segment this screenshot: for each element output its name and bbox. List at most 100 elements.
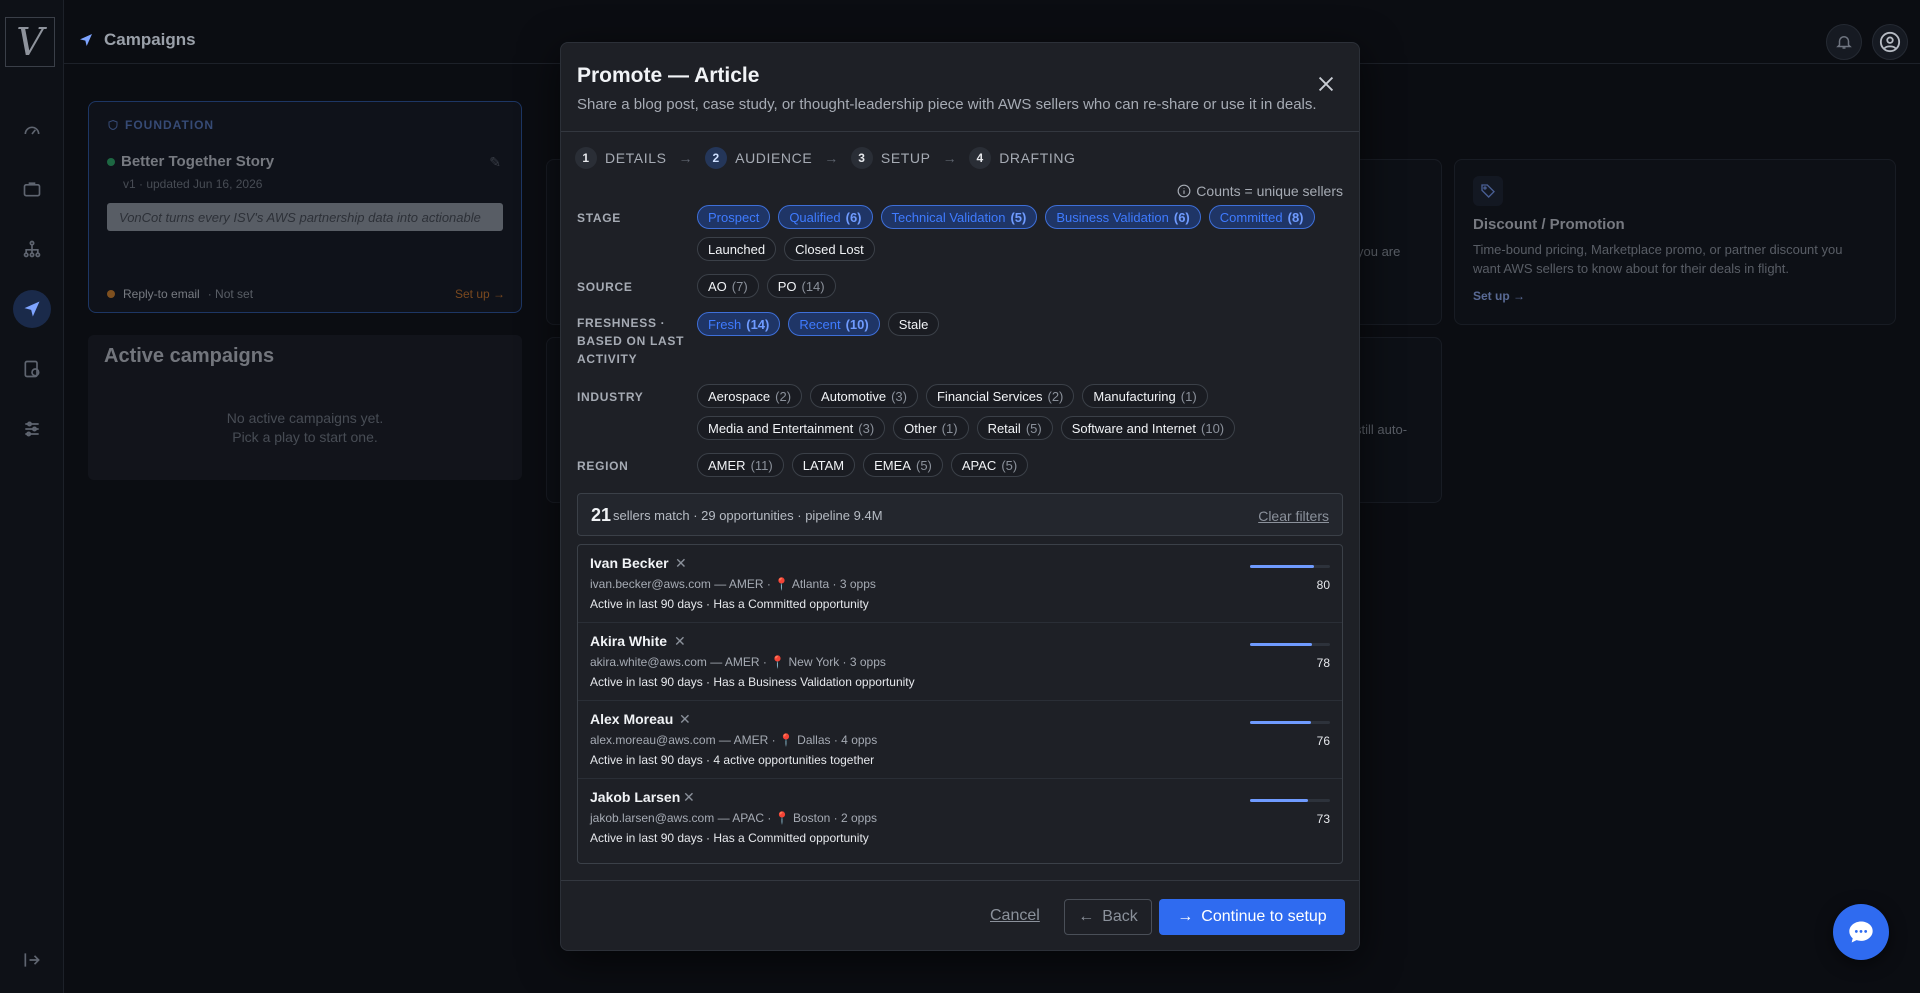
- freshness-label: FRESHNESS · BASED ON LAST ACTIVITY: [577, 316, 685, 366]
- chip-business-validation[interactable]: Business Validation (6): [1045, 205, 1201, 229]
- seller-row: Jakob Larsen ✕ jakob.larsen@aws.com — AP…: [578, 779, 1342, 857]
- chip-manufacturing[interactable]: Manufacturing (1): [1082, 384, 1208, 408]
- chip-committed[interactable]: Committed (8): [1208, 205, 1315, 229]
- remove-seller-icon[interactable]: ✕: [675, 555, 687, 572]
- arrow-right-icon: →: [824, 150, 839, 166]
- chip-qualified[interactable]: Qualified (6): [778, 205, 873, 229]
- chip-retail[interactable]: Retail (5): [976, 416, 1053, 440]
- active-campaigns-title: Active campaigns: [104, 345, 275, 367]
- app-logo[interactable]: V: [5, 17, 55, 67]
- region-chips: AMER (11) LATAM EMEA (5) APAC (5): [697, 453, 1029, 477]
- reply-to-status: Reply-to email · Not set: [107, 287, 253, 301]
- seller-tags: Active in last 90 days · Has a Committed…: [590, 597, 869, 611]
- close-icon[interactable]: [1315, 73, 1337, 95]
- chip-latam[interactable]: LATAM: [791, 453, 856, 477]
- remove-seller-icon[interactable]: ✕: [683, 789, 695, 806]
- discount-card-title: Discount / Promotion: [1473, 216, 1625, 233]
- continue-to-setup-button[interactable]: → Continue to setup: [1159, 899, 1345, 935]
- stage-chips: Prospect Qualified (6) Technical Validati…: [697, 205, 1347, 261]
- nav-dashboard-button[interactable]: [13, 110, 51, 148]
- nav-network-button[interactable]: [13, 230, 51, 268]
- stage-label: STAGE: [577, 211, 621, 225]
- chip-ao[interactable]: AO (7): [697, 274, 759, 298]
- seller-list[interactable]: Ivan Becker ✕ ivan.becker@aws.com — AMER…: [577, 544, 1343, 864]
- seller-tags: Active in last 90 days · 4 active opport…: [590, 753, 875, 767]
- chip-fresh[interactable]: Fresh (14): [697, 312, 781, 336]
- seller-meta: akira.white@aws.com — AMER · 📍 New York …: [590, 655, 886, 669]
- chip-launched[interactable]: Launched: [697, 237, 777, 261]
- chip-amer[interactable]: AMER (11): [697, 453, 784, 477]
- foundation-meta: v1 · updated Jun 16, 2026: [123, 177, 263, 191]
- wizard-steps: 1 DETAILS → 2 AUDIENCE → 3 SETUP → 4 DRA…: [575, 147, 1076, 169]
- info-icon: [1177, 184, 1191, 198]
- seller-row: Akira White ✕ akira.white@aws.com — AMER…: [578, 623, 1342, 701]
- clear-filters-link[interactable]: Clear filters: [1258, 508, 1329, 524]
- nav-settings-button[interactable]: [13, 410, 51, 448]
- step-1-label[interactable]: DETAILS: [605, 150, 667, 166]
- chip-prospect[interactable]: Prospect: [697, 205, 771, 229]
- foundation-card[interactable]: FOUNDATION Better Together Story ✎ v1 · …: [88, 101, 522, 313]
- step-3-number[interactable]: 3: [850, 147, 873, 169]
- region-label: REGION: [577, 459, 629, 473]
- back-button[interactable]: ← Back: [1064, 899, 1152, 935]
- chip-other[interactable]: Other (1): [893, 416, 969, 440]
- modal-footer-divider: [561, 880, 1359, 881]
- foundation-setup-link[interactable]: Set up →: [455, 287, 505, 301]
- chip-aerospace[interactable]: Aerospace (2): [697, 384, 803, 408]
- remove-seller-icon[interactable]: ✕: [674, 633, 686, 650]
- nav-briefcase-button[interactable]: [13, 170, 51, 208]
- step-2-number[interactable]: 2: [705, 147, 728, 169]
- status-dot: [107, 158, 115, 166]
- page-title-text: Campaigns: [104, 30, 196, 49]
- industry-chips: Aerospace (2) Automotive (3) Financial Ser…: [697, 384, 1297, 440]
- arrow-right-icon: →: [678, 150, 694, 166]
- seller-score: 80: [1316, 578, 1330, 592]
- chip-emea[interactable]: EMEA (5): [863, 453, 943, 477]
- chip-software-internet[interactable]: Software and Internet (10): [1060, 416, 1236, 440]
- chip-stale[interactable]: Stale: [887, 312, 940, 336]
- gauge-icon: [24, 126, 40, 135]
- chip-financial-services[interactable]: Financial Services (2): [925, 384, 1075, 408]
- step-2-label[interactable]: AUDIENCE: [735, 150, 812, 166]
- bell-icon: [1836, 36, 1852, 49]
- seller-row: Alex Moreau ✕ alex.moreau@aws.com — AMER…: [578, 701, 1342, 779]
- chip-media-entertainment[interactable]: Media and Entertainment (3): [697, 416, 886, 440]
- seller-score: 78: [1316, 656, 1330, 670]
- chip-closed-lost[interactable]: Closed Lost: [784, 237, 875, 261]
- remove-seller-icon[interactable]: ✕: [679, 711, 691, 728]
- chat-button[interactable]: [1833, 904, 1889, 960]
- notifications-button[interactable]: [1826, 24, 1862, 60]
- nav-campaigns-button[interactable]: [13, 290, 51, 328]
- chip-technical-validation[interactable]: Technical Validation (5): [880, 205, 1038, 229]
- chip-recent[interactable]: Recent (10): [788, 312, 880, 336]
- seller-tags: Active in last 90 days · Has a Business …: [590, 675, 915, 689]
- play-card-text: still auto-: [1355, 422, 1408, 437]
- cancel-button[interactable]: Cancel: [990, 907, 1040, 925]
- user-menu-button[interactable]: [1872, 24, 1908, 60]
- chip-automotive[interactable]: Automotive (3): [810, 384, 918, 408]
- seller-row: Ivan Becker ✕ ivan.becker@aws.com — AMER…: [578, 545, 1342, 623]
- seller-meta: jakob.larsen@aws.com — APAC · 📍 Boston ·…: [590, 811, 878, 825]
- discount-play-card[interactable]: Discount / Promotion Time-bound pricing,…: [1454, 159, 1896, 325]
- step-4-number[interactable]: 4: [969, 147, 992, 169]
- nav-billing-button[interactable]: [13, 350, 51, 388]
- step-3-label[interactable]: SETUP: [881, 150, 931, 166]
- collapse-sidebar-button[interactable]: [13, 941, 51, 979]
- step-4-label[interactable]: DRAFTING: [999, 150, 1075, 166]
- chat-bubble-icon: [1849, 921, 1873, 943]
- source-label: SOURCE: [577, 280, 633, 294]
- send-icon: [24, 301, 40, 317]
- step-1-number[interactable]: 1: [575, 147, 597, 169]
- chip-po[interactable]: PO (14): [766, 274, 836, 298]
- pencil-icon[interactable]: ✎: [489, 154, 501, 171]
- foundation-tag: FOUNDATION: [107, 118, 214, 132]
- foundation-preview[interactable]: VonCot turns every ISV's AWS partnership…: [107, 203, 503, 231]
- briefcase-icon: [23, 182, 41, 197]
- score-bar: [1250, 721, 1330, 724]
- promote-article-modal: Promote — Article Share a blog post, cas…: [560, 42, 1360, 951]
- score-bar: [1250, 799, 1330, 802]
- collapse-icon: [24, 953, 40, 967]
- discount-setup-link[interactable]: Set up →: [1473, 289, 1525, 303]
- chip-apac[interactable]: APAC (5): [950, 453, 1029, 477]
- seller-name: Alex Moreau: [590, 711, 674, 727]
